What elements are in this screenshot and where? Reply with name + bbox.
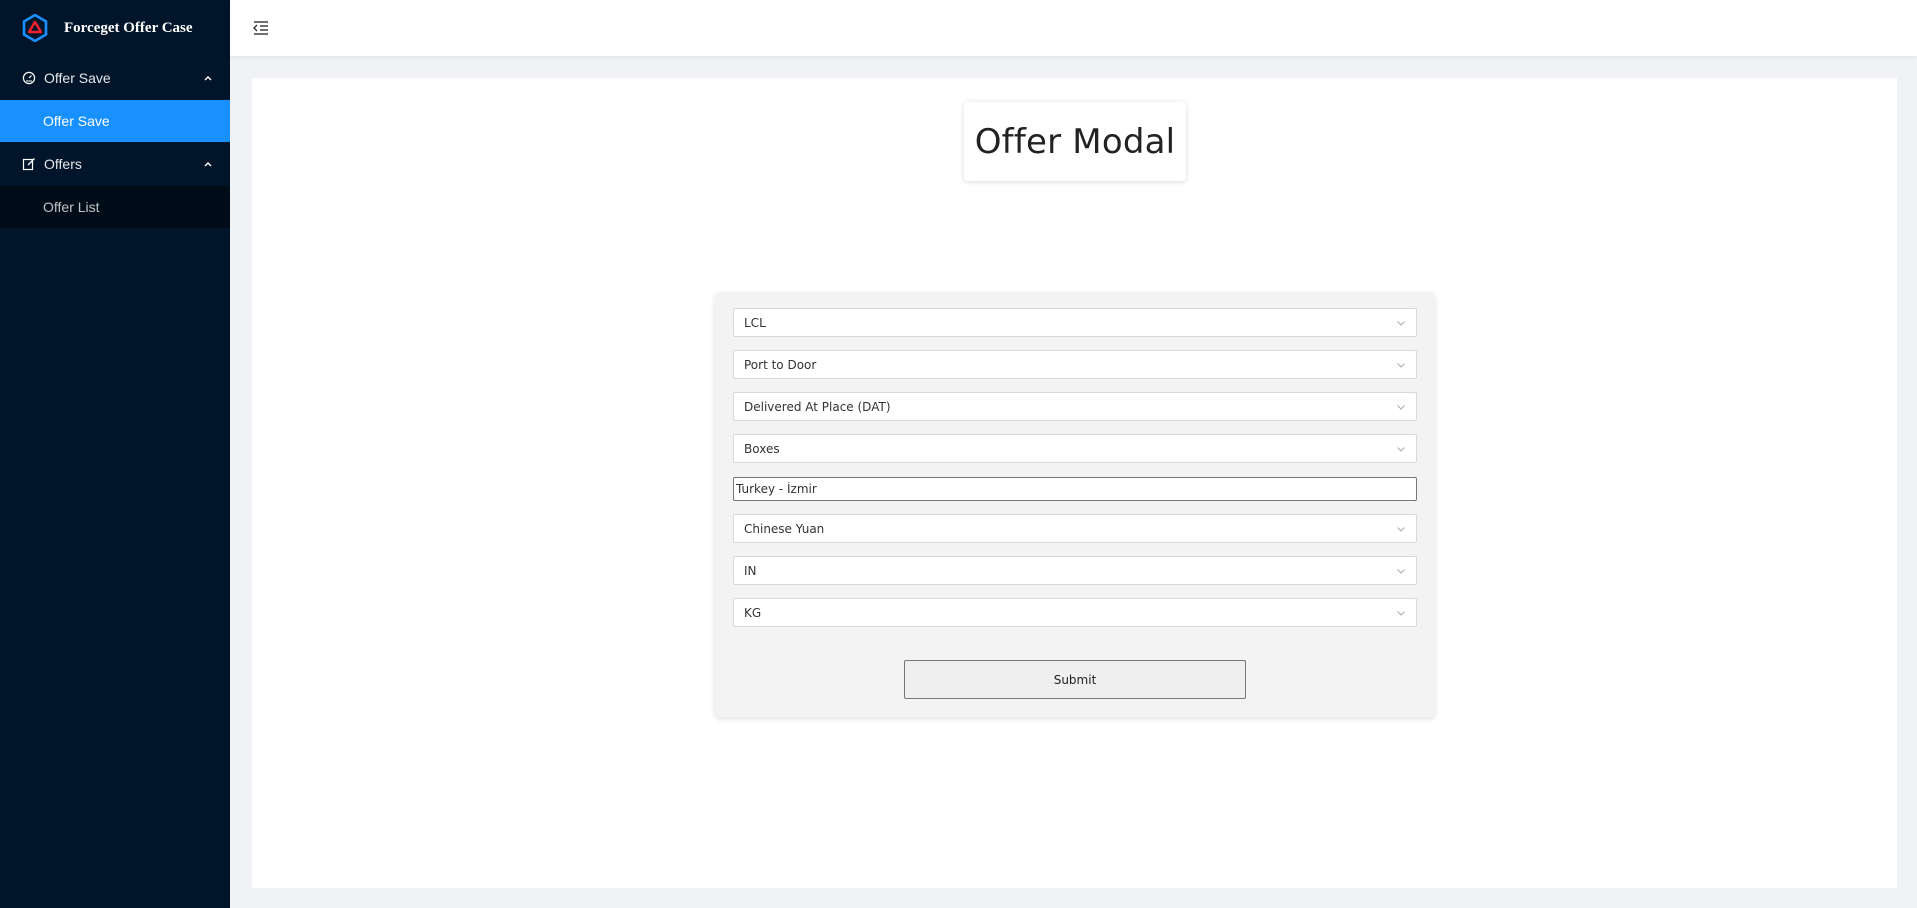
dimension-unit-select[interactable]: IN — [733, 556, 1417, 585]
chevron-down-icon — [1396, 444, 1406, 454]
currency-select[interactable]: Chinese Yuan — [733, 514, 1417, 543]
dashboard-icon — [22, 71, 36, 85]
menu-fold-icon[interactable] — [252, 19, 270, 37]
chevron-up-icon — [202, 72, 214, 84]
brand[interactable]: Forceget Offer Case — [0, 0, 230, 56]
chevron-down-icon — [1396, 566, 1406, 576]
chevron-down-icon — [1396, 608, 1406, 618]
menu-group-label: Offers — [44, 156, 82, 172]
select-value: Chinese Yuan — [744, 521, 825, 536]
menu-group-offer-save[interactable]: Offer Save — [0, 56, 230, 100]
sidebar-item-offer-save[interactable]: Offer Save — [0, 100, 230, 142]
sidebar-item-label: Offer Save — [43, 113, 110, 129]
chevron-up-icon — [202, 158, 214, 170]
hexagon-logo-icon — [22, 13, 48, 43]
sidebar: Forceget Offer Case Offer Save Offer Sav… — [0, 0, 230, 908]
menu-group-offers[interactable]: Offers — [0, 142, 230, 186]
weight-unit-select[interactable]: KG — [733, 598, 1417, 627]
chevron-down-icon — [1396, 318, 1406, 328]
select-value: LCL — [744, 315, 766, 330]
select-value: Port to Door — [744, 357, 817, 372]
edit-icon — [22, 157, 36, 171]
chevron-down-icon — [1396, 402, 1406, 412]
main-content: Offer Modal LCL Port to Door Delivered A… — [252, 78, 1897, 888]
title-card: Offer Modal — [964, 102, 1186, 181]
chevron-down-icon — [1396, 524, 1406, 534]
mode-select[interactable]: LCL — [733, 308, 1417, 337]
offer-form: LCL Port to Door Delivered At Place (DAT… — [715, 292, 1435, 717]
select-value: Boxes — [744, 441, 780, 456]
select-value: KG — [744, 605, 762, 620]
menu-group-label: Offer Save — [44, 70, 111, 86]
sidebar-item-label: Offer List — [43, 199, 100, 215]
package-type-select[interactable]: Boxes — [733, 434, 1417, 463]
submit-button[interactable]: Submit — [904, 660, 1246, 699]
sidebar-item-offer-list[interactable]: Offer List — [0, 186, 230, 228]
page-title: Offer Modal — [974, 121, 1176, 162]
location-input[interactable] — [733, 477, 1417, 501]
movement-type-select[interactable]: Port to Door — [733, 350, 1417, 379]
select-value: IN — [744, 563, 757, 578]
chevron-down-icon — [1396, 360, 1406, 370]
brand-title: Forceget Offer Case — [64, 19, 193, 36]
incoterm-select[interactable]: Delivered At Place (DAT) — [733, 392, 1417, 421]
header — [230, 0, 1917, 56]
select-value: Delivered At Place (DAT) — [744, 399, 891, 414]
